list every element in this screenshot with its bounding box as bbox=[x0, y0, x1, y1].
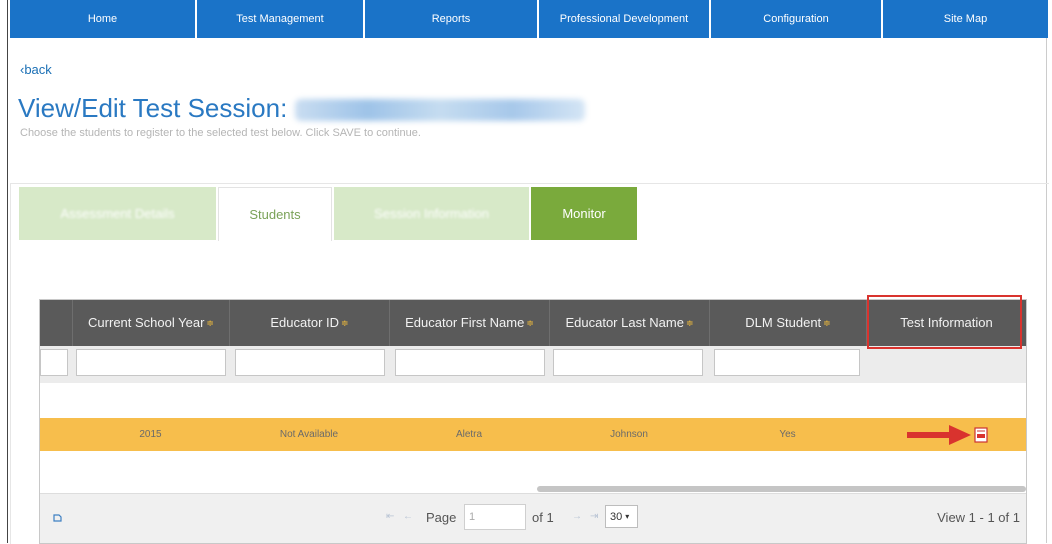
top-navigation: Home Test Management Reports Professiona… bbox=[10, 0, 1048, 38]
table-row[interactable]: 2015 Not Available Aletra Johnson Yes bbox=[40, 418, 1026, 451]
column-header-dlm-student[interactable]: DLM Student ≑ bbox=[709, 300, 866, 346]
cell-school-year: 2015 bbox=[139, 429, 162, 440]
page-label: Page bbox=[426, 510, 457, 525]
nav-home[interactable]: Home bbox=[10, 0, 197, 38]
filter-educator-last-name[interactable] bbox=[553, 349, 703, 376]
tab-monitor[interactable]: Monitor bbox=[531, 187, 637, 240]
page-number-input[interactable] bbox=[464, 504, 526, 530]
nav-reports[interactable]: Reports bbox=[365, 0, 539, 38]
tab-students[interactable]: Students bbox=[218, 187, 332, 241]
cell-educator-id: Not Available bbox=[279, 429, 339, 440]
sort-icon: ≑ bbox=[341, 318, 349, 328]
cell-educator-first-name: Aletra bbox=[455, 429, 483, 440]
first-page-icon[interactable]: ⇤ bbox=[386, 511, 394, 522]
filter-row bbox=[40, 346, 1026, 383]
tab-students-label: Students bbox=[249, 207, 301, 222]
rows-per-page-value: 30 bbox=[610, 510, 623, 523]
chevron-down-icon: ▾ bbox=[625, 512, 630, 521]
filter-dlm-student[interactable] bbox=[714, 349, 860, 376]
nav-professional-development[interactable]: Professional Development bbox=[539, 0, 711, 38]
view-records-count: View 1 - 1 of 1 bbox=[937, 510, 1020, 525]
column-header-educator-last-name[interactable]: Educator Last Name ≑ bbox=[549, 300, 709, 346]
column-label: Educator ID bbox=[270, 315, 340, 330]
filter-input-partial[interactable] bbox=[40, 349, 68, 376]
test-information-callout-box bbox=[867, 295, 1022, 349]
sort-icon: ≑ bbox=[206, 318, 214, 328]
prev-page-icon[interactable]: ← bbox=[403, 511, 413, 522]
page-count: of 1 bbox=[532, 510, 554, 525]
sort-icon: ≑ bbox=[823, 318, 831, 328]
column-label: Educator First Name bbox=[405, 315, 525, 330]
nav-site-map[interactable]: Site Map bbox=[883, 0, 1048, 38]
tab-assessment-details[interactable]: Assessment Details bbox=[19, 187, 216, 240]
sort-icon: ≑ bbox=[685, 318, 694, 328]
tab-session-information-label: Session Information bbox=[374, 206, 489, 221]
last-page-icon[interactable]: ⇥ bbox=[590, 511, 598, 522]
nav-configuration[interactable]: Configuration bbox=[711, 0, 883, 38]
rows-per-page-select[interactable]: 30 ▾ bbox=[605, 505, 638, 528]
column-header-educator-id[interactable]: Educator ID ≑ bbox=[229, 300, 389, 346]
column-header-educator-first-name[interactable]: Educator First Name ≑ bbox=[389, 300, 549, 346]
cell-dlm-student: Yes bbox=[779, 429, 796, 440]
redacted-session-name bbox=[295, 99, 586, 122]
next-page-icon[interactable]: → bbox=[572, 511, 582, 522]
back-link[interactable]: ‹back bbox=[20, 62, 52, 77]
horizontal-scrollbar[interactable] bbox=[537, 486, 1026, 492]
cell-test-information bbox=[866, 418, 1026, 451]
nav-test-management[interactable]: Test Management bbox=[197, 0, 365, 38]
filter-educator-first-name[interactable] bbox=[395, 349, 545, 376]
tab-session-information[interactable]: Session Information bbox=[334, 187, 529, 240]
column-header-current-school-year[interactable]: Current School Year ≑ bbox=[72, 300, 229, 346]
grid-pager: ⇤ ← Page of 1 → ⇥ 30▾ View 1 - 1 of 1 bbox=[40, 493, 1026, 543]
page-left-border bbox=[7, 0, 8, 543]
tab-assessment-details-label: Assessment Details bbox=[60, 206, 175, 221]
test-info-icon[interactable] bbox=[973, 426, 988, 443]
page-title: View/Edit Test Session: bbox=[18, 93, 586, 124]
page-title-text: View/Edit Test Session: bbox=[18, 93, 288, 123]
column-label: Current School Year bbox=[88, 315, 205, 330]
session-tabs: Assessment Details Students Session Info… bbox=[19, 187, 639, 241]
filter-current-school-year[interactable] bbox=[76, 349, 226, 376]
page-instructions: Choose the students to register to the s… bbox=[20, 127, 421, 139]
tab-monitor-label: Monitor bbox=[562, 206, 606, 221]
column-header-partial bbox=[40, 300, 72, 346]
filter-educator-id[interactable] bbox=[235, 349, 385, 376]
column-label: DLM Student bbox=[745, 315, 822, 330]
column-label: Educator Last Name bbox=[565, 315, 684, 330]
cell-educator-last-name: Johnson bbox=[610, 429, 648, 440]
refresh-icon[interactable] bbox=[52, 513, 62, 523]
sort-icon: ≑ bbox=[526, 318, 534, 328]
